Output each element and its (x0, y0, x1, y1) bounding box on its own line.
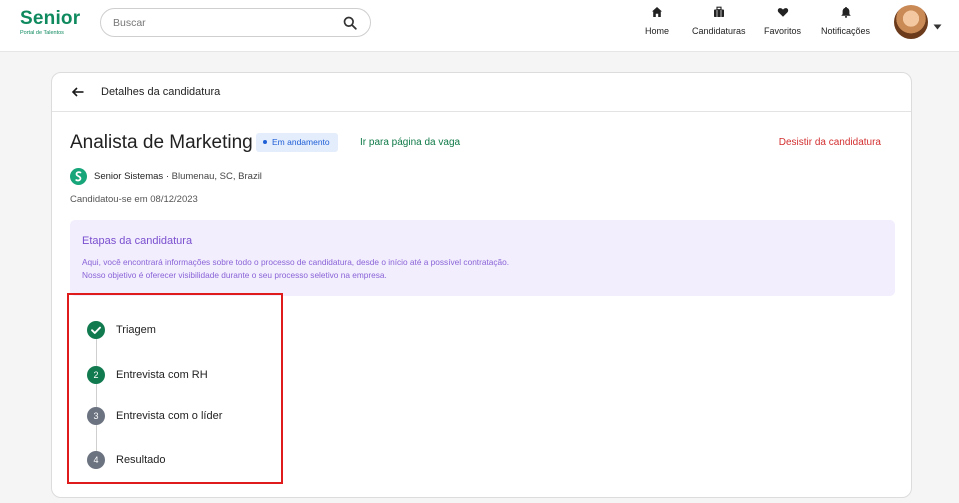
step-number: 4 (87, 451, 105, 469)
top-navigation-bar: Senior Portal de Talentos Home Candidatu… (0, 0, 959, 52)
nav-favoritos[interactable]: Favoritos (764, 6, 801, 36)
step-label: Resultado (116, 454, 166, 466)
info-line-1: Aqui, você encontrará informações sobre … (82, 257, 510, 267)
nav-favoritos-label: Favoritos (764, 26, 802, 36)
step-number: 3 (87, 407, 105, 425)
info-line-2: Nosso objetivo é oferecer visibilidade d… (82, 270, 387, 280)
logo-subtitle: Portal de Talentos (20, 30, 64, 36)
company-line: Senior Sistemas · Blumenau, SC, Brazil (94, 171, 262, 182)
senior-logo[interactable]: Senior Portal de Talentos (20, 8, 81, 37)
info-title: Etapas da candidatura (82, 235, 193, 247)
status-badge-label: Em andamento (272, 137, 330, 147)
job-page-link[interactable]: Ir para página da vaga (360, 137, 460, 148)
nav-candidaturas[interactable]: Candidaturas (692, 6, 746, 36)
nav-home-label: Home (645, 26, 670, 36)
status-badge: Em andamento (256, 133, 338, 152)
home-icon (645, 6, 669, 20)
applied-date: Candidatou-se em 08/12/2023 (70, 194, 198, 205)
card-header: Detalhes da candidatura (52, 73, 911, 112)
job-title: Analista de Marketing (70, 132, 253, 153)
briefcase-icon (692, 6, 746, 20)
back-arrow-icon[interactable] (71, 85, 85, 99)
company-location: Blumenau, SC, Brazil (171, 171, 262, 182)
stepper-line (96, 330, 97, 458)
nav-candidaturas-label: Candidaturas (692, 26, 746, 36)
search-input[interactable] (113, 15, 333, 31)
search-icon[interactable] (343, 16, 357, 30)
nav-notificacoes[interactable]: Notificações (821, 6, 870, 36)
step-label: Entrevista com RH (116, 369, 208, 381)
caret-down-icon[interactable] (933, 17, 942, 35)
withdraw-application-button[interactable]: Desistir da candidatura (779, 137, 881, 148)
step-number: 2 (87, 366, 105, 384)
status-dot-icon (263, 139, 267, 144)
logo-name: Senior (20, 8, 81, 29)
company-logo-icon (70, 168, 87, 185)
stages-info-box: Etapas da candidatura Aqui, você encontr… (70, 220, 895, 296)
company-name: Senior Sistemas (94, 171, 164, 182)
nav-notificacoes-label: Notificações (821, 26, 871, 36)
bell-icon (821, 6, 870, 20)
check-icon (87, 321, 105, 339)
company-separator: · (165, 171, 169, 182)
search-box (100, 8, 371, 37)
card-header-title: Detalhes da candidatura (101, 86, 221, 98)
nav-home[interactable]: Home (645, 6, 669, 36)
info-text: Aqui, você encontrará informações sobre … (82, 256, 509, 282)
user-avatar[interactable] (894, 5, 928, 39)
step-label: Triagem (116, 324, 156, 336)
step-label: Entrevista com o líder (116, 410, 223, 422)
heart-icon (764, 6, 801, 20)
